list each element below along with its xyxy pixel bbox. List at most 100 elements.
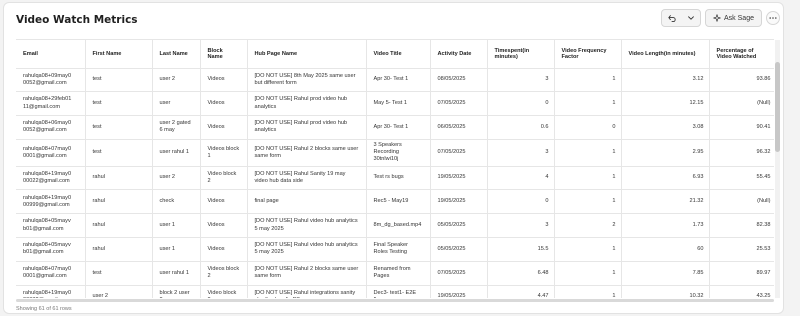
column-header[interactable]: Block Name bbox=[200, 40, 248, 69]
column-header[interactable]: Video Title bbox=[366, 40, 431, 69]
column-header[interactable]: Timespent(in minutes) bbox=[487, 40, 555, 69]
table-cell: rahulqa08+05mayv b01@gmail.com bbox=[16, 237, 86, 262]
table-row[interactable]: rahulqa08+09may0 0052@gmail.com test user … bbox=[16, 68, 774, 93]
table-cell: Dec3- test1- E2E flow bbox=[366, 285, 431, 298]
table-cell: 1 bbox=[554, 139, 622, 167]
table-cell: Videos block 2 bbox=[200, 261, 248, 286]
ask-sage-button[interactable]: Ask Sage bbox=[705, 9, 762, 27]
table-cell: Videos bbox=[200, 213, 248, 239]
table-cell: 06/05/2025 bbox=[430, 115, 488, 140]
table-cell: Apr 30- Test 1 bbox=[366, 115, 431, 140]
column-header[interactable]: Activity Date bbox=[430, 40, 488, 69]
table-cell: 4 bbox=[487, 166, 555, 191]
table-cell: 55.45 bbox=[709, 166, 774, 191]
table-cell: 89.97 bbox=[709, 261, 774, 286]
table-cell: user 2 bbox=[152, 68, 201, 93]
ask-sage-label: Ask Sage bbox=[724, 14, 754, 22]
table-cell: user 1 bbox=[152, 213, 201, 239]
table-cell: 43.25 bbox=[709, 285, 774, 298]
table-cell: 1 bbox=[554, 189, 622, 215]
column-header[interactable]: Percentage of Video Watched bbox=[709, 40, 774, 69]
table-cell: test bbox=[85, 139, 153, 167]
table-cell: 10.32 bbox=[621, 285, 710, 298]
table-cell: [DO NOT USE] Rahul video hub analytics 5… bbox=[247, 213, 367, 239]
column-header[interactable]: Hub Page Name bbox=[247, 40, 367, 69]
table-cell: [DO NOT USE] Rahul prod video hub analyt… bbox=[247, 115, 367, 140]
table-row[interactable]: rahulqa08+07may0 0001@gmail.com test user … bbox=[16, 139, 774, 167]
sparkle-icon bbox=[713, 14, 721, 22]
column-header[interactable]: First Name bbox=[85, 40, 153, 69]
table-cell: Test rs bugs bbox=[366, 166, 431, 191]
table-cell: Rec5 - May19 bbox=[366, 189, 431, 215]
table-cell: user rahul 1 bbox=[152, 261, 201, 286]
table-cell: 1 bbox=[554, 91, 622, 117]
table-cell: 12.15 bbox=[621, 91, 710, 117]
table-cell: Renamed from Pages bbox=[366, 261, 431, 286]
table-cell: Videos block 1 bbox=[200, 139, 248, 167]
table-cell: 0 bbox=[487, 189, 555, 215]
table-cell: [DO NOT USE] Rahul prod video hub analyt… bbox=[247, 91, 367, 117]
table-cell: test bbox=[85, 261, 153, 286]
rows-count-text: Showing 61 of 61 rows bbox=[16, 306, 72, 312]
table-row[interactable]: rahulqa08+07may0 0001@gmail.com test user … bbox=[16, 261, 774, 286]
table-cell: 1.73 bbox=[621, 213, 710, 239]
undo-icon bbox=[667, 15, 676, 22]
table-cell: user 2 bbox=[152, 166, 201, 191]
table-cell: rahul bbox=[85, 166, 153, 191]
scrollbar-thumb[interactable] bbox=[775, 62, 780, 152]
table-cell: (Null) bbox=[709, 91, 774, 117]
table-row[interactable]: rahulqa08+29feb01 11@gmail.com test user Vi… bbox=[16, 91, 774, 117]
more-options-button[interactable] bbox=[766, 11, 780, 25]
table-cell: Final Speaker Roles Testing bbox=[366, 237, 431, 262]
table-cell: 3 bbox=[487, 68, 555, 93]
table-row[interactable]: rahulqa08+19may0 00999@gmail.com rahul che… bbox=[16, 189, 774, 215]
table-cell: Videos bbox=[200, 91, 248, 117]
table-cell: 7.85 bbox=[621, 261, 710, 286]
table-cell: rahulqa08+09may0 0052@gmail.com bbox=[16, 68, 86, 93]
column-header[interactable]: Video Frequency Factor bbox=[554, 40, 622, 69]
table-cell: user rahul 1 bbox=[152, 139, 201, 167]
table-cell: 93.86 bbox=[709, 68, 774, 93]
table-cell: 21.32 bbox=[621, 189, 710, 215]
table-cell: 1 bbox=[554, 166, 622, 191]
column-header[interactable]: Last Name bbox=[152, 40, 201, 69]
table-cell: test bbox=[85, 115, 153, 140]
table-cell: 3 bbox=[487, 213, 555, 239]
table-cell: 1 bbox=[554, 68, 622, 93]
table-cell: 90.41 bbox=[709, 115, 774, 140]
table-row[interactable]: rahulqa08+06may0 0052@gmail.com test user … bbox=[16, 115, 774, 140]
metrics-table: Email First Name Last Name Block Name Hu… bbox=[16, 40, 774, 298]
dropdown-button[interactable] bbox=[681, 10, 700, 26]
table-cell: 1 bbox=[554, 237, 622, 262]
table-cell: test bbox=[85, 91, 153, 117]
table-cell: (Null) bbox=[709, 189, 774, 215]
table-cell: 60 bbox=[621, 237, 710, 262]
table-cell: final page bbox=[247, 189, 367, 215]
undo-button[interactable] bbox=[662, 10, 681, 26]
table-cell: user 2 bbox=[85, 285, 153, 298]
table-cell: 15.5 bbox=[487, 237, 555, 262]
table-cell: user 1 bbox=[152, 237, 201, 262]
undo-dropdown-group bbox=[661, 9, 701, 27]
table-cell: rahulqa08+19may0 00032@gmail.com bbox=[16, 285, 86, 298]
table-row[interactable]: rahulqa08+19may0 00022@gmail.com rahul use… bbox=[16, 166, 774, 191]
table-cell: 0 bbox=[554, 115, 622, 140]
table-cell: 05/05/2025 bbox=[430, 213, 488, 239]
table-cell: 3.08 bbox=[621, 115, 710, 140]
table-cell: 0 bbox=[487, 91, 555, 117]
horizontal-scrollbar[interactable] bbox=[16, 299, 774, 302]
table-cell: [DO NOT USE] Rahul video hub analytics 5… bbox=[247, 237, 367, 262]
table-cell: 19/05/2025 bbox=[430, 285, 488, 298]
column-header[interactable]: Video Length(in minutes) bbox=[621, 40, 710, 69]
table-cell: [DO NOT USE] Rahul Sanity 19 may video h… bbox=[247, 166, 367, 191]
table-row[interactable]: rahulqa08+19may0 00032@gmail.comuser 2bl… bbox=[16, 285, 774, 298]
vertical-scrollbar[interactable] bbox=[775, 40, 780, 298]
table-cell: 0.6 bbox=[487, 115, 555, 140]
column-header[interactable]: Email bbox=[16, 40, 86, 69]
table-cell: Videos bbox=[200, 189, 248, 215]
table-cell: user 2 gated 6 may bbox=[152, 115, 201, 140]
table-row[interactable]: rahulqa08+05mayv b01@gmail.com rahul user … bbox=[16, 237, 774, 262]
table-cell: [DO NOT USE] 8th May 2025 same user but … bbox=[247, 68, 367, 93]
table-row[interactable]: rahulqa08+05mayv b01@gmail.com rahul user … bbox=[16, 213, 774, 239]
table-cell: 1 bbox=[554, 261, 622, 286]
